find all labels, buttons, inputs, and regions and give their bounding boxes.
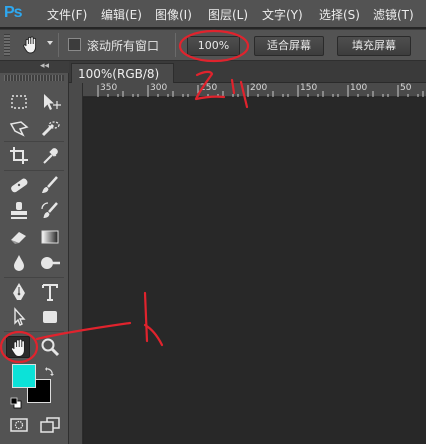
- hand-tool-icon[interactable]: [6, 336, 30, 358]
- toolbox-separator: [4, 331, 64, 332]
- scroll-all-windows-checkbox[interactable]: [68, 38, 81, 51]
- menu-select[interactable]: 选择(S): [319, 6, 360, 23]
- menu-image[interactable]: 图像(I): [155, 6, 192, 23]
- ruler-origin[interactable]: [69, 83, 83, 97]
- zoom-100-button[interactable]: 100%: [187, 36, 240, 56]
- ruler-label: 300: [150, 83, 168, 93]
- fit-screen-button[interactable]: 适合屏幕: [254, 36, 324, 56]
- tool-preset-hand-icon[interactable]: [20, 35, 42, 55]
- screen-mode-icon[interactable]: [38, 414, 62, 436]
- quick-mask-icon[interactable]: [7, 414, 31, 436]
- default-colors-icon[interactable]: [10, 394, 22, 409]
- history-brush-tool-icon[interactable]: [38, 200, 62, 222]
- toolbox-grip[interactable]: [4, 75, 64, 81]
- ruler-label: 150: [300, 83, 318, 93]
- menu-layer[interactable]: 图层(L): [208, 6, 248, 23]
- pen-tool-icon[interactable]: [7, 281, 31, 303]
- crop-tool-icon[interactable]: [7, 145, 31, 167]
- type-tool-icon[interactable]: [38, 281, 62, 303]
- document-tab[interactable]: 100%(RGB/8): [71, 63, 174, 83]
- brush-tool-icon[interactable]: [38, 174, 62, 196]
- toolbox-separator: [4, 170, 64, 171]
- ruler-label: 350: [100, 83, 118, 93]
- separator: [175, 33, 176, 57]
- rectangle-shape-tool-icon[interactable]: [38, 306, 62, 328]
- document-canvas[interactable]: [84, 98, 426, 444]
- clone-stamp-tool-icon[interactable]: [7, 200, 31, 222]
- zoom-tool-icon[interactable]: [38, 336, 62, 358]
- toolbox-separator: [4, 141, 64, 142]
- ruler-label: 200: [250, 83, 268, 93]
- ruler-label: 100: [350, 83, 368, 93]
- menu-filter[interactable]: 滤镜(T): [373, 6, 414, 23]
- document-tab-title: 100%(RGB/8): [78, 67, 160, 81]
- scroll-all-windows-label: 滚动所有窗口: [87, 39, 160, 53]
- fill-screen-button[interactable]: 填充屏幕: [337, 36, 411, 56]
- blur-tool-icon[interactable]: [7, 252, 31, 274]
- options-bar-grip[interactable]: [4, 34, 10, 56]
- quick-selection-tool-icon[interactable]: [38, 118, 62, 140]
- ruler-label: 250: [200, 83, 218, 93]
- move-tool-icon[interactable]: [38, 91, 62, 113]
- menu-type[interactable]: 文字(Y): [262, 6, 303, 23]
- photoshop-logo: Ps: [4, 4, 23, 21]
- collapse-icon[interactable]: ◂◂: [40, 61, 49, 71]
- ruler-label: 50: [400, 83, 412, 93]
- tool-preset-dropdown-icon[interactable]: [47, 41, 53, 45]
- eraser-tool-icon[interactable]: [7, 226, 31, 248]
- dodge-tool-icon[interactable]: [38, 252, 62, 274]
- swap-colors-icon[interactable]: [44, 362, 56, 376]
- menu-edit[interactable]: 编辑(E): [101, 6, 142, 23]
- toolbox-separator: [4, 277, 64, 278]
- marquee-tool-icon[interactable]: [7, 91, 31, 113]
- path-selection-tool-icon[interactable]: [7, 306, 31, 328]
- polygonal-lasso-tool-icon[interactable]: [7, 118, 31, 140]
- gradient-tool-icon[interactable]: [38, 226, 62, 248]
- menu-file[interactable]: 文件(F): [47, 6, 87, 23]
- healing-brush-tool-icon[interactable]: [7, 174, 31, 196]
- foreground-color-swatch-front[interactable]: [12, 364, 36, 388]
- horizontal-ruler[interactable]: 350 300 250 200 150 100 50: [69, 83, 426, 97]
- eyedropper-tool-icon[interactable]: [38, 145, 62, 167]
- vertical-ruler[interactable]: [69, 97, 83, 444]
- toolbox-header[interactable]: [0, 61, 69, 73]
- separator: [58, 33, 59, 57]
